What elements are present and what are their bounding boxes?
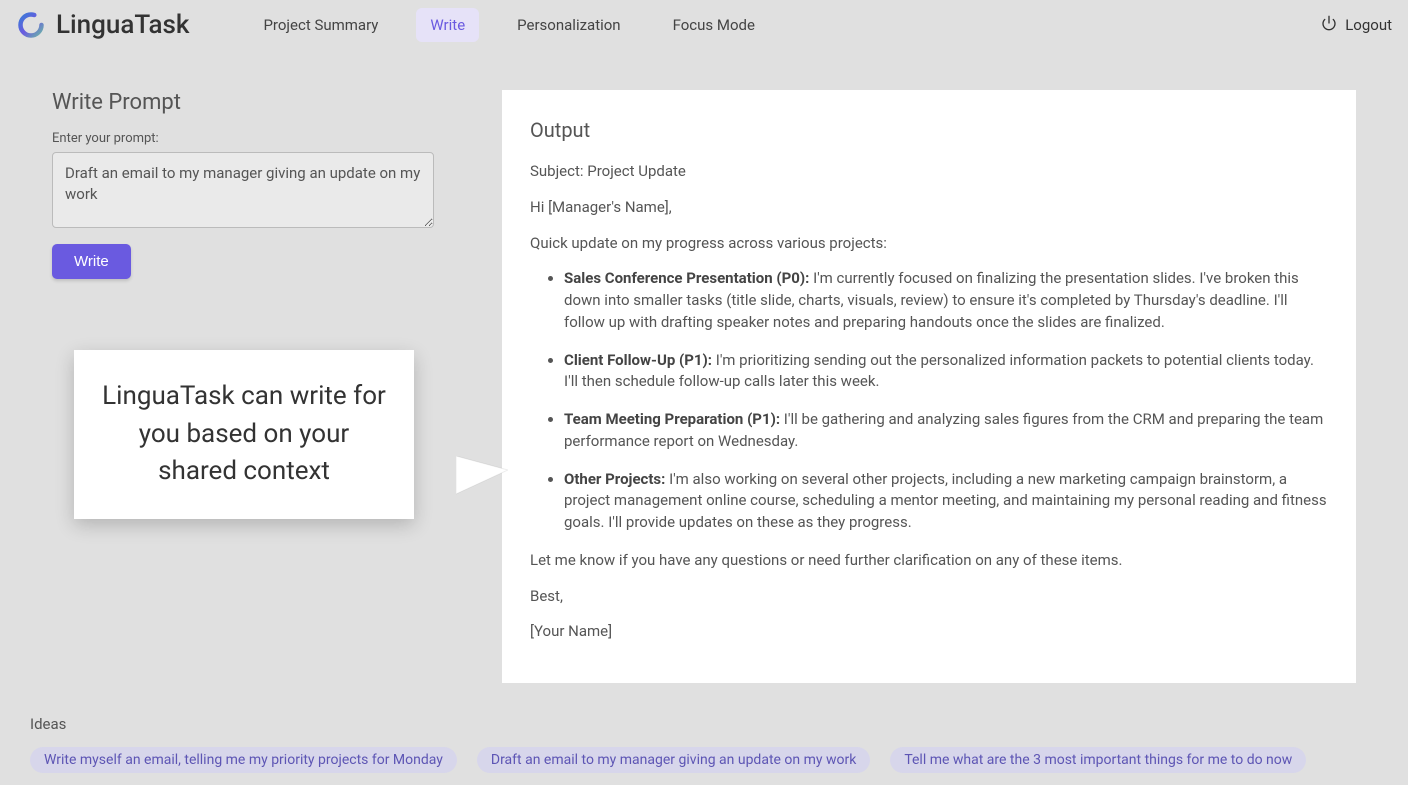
output-panel: Output Subject: Project Update Hi [Manag… [502, 90, 1356, 683]
write-button[interactable]: Write [52, 244, 131, 279]
main-nav: Project Summary Write Personalization Fo… [249, 8, 1321, 42]
logout-label: Logout [1345, 16, 1392, 34]
logout-button[interactable]: Logout [1321, 15, 1392, 35]
feature-callout: LinguaTask can write for you based on yo… [74, 350, 414, 519]
output-item: Sales Conference Presentation (P0): I'm … [564, 268, 1328, 333]
brand-name: LinguaTask [56, 10, 189, 40]
nav-write[interactable]: Write [416, 8, 479, 42]
output-closing-2: Best, [530, 586, 1328, 608]
brand-logo: LinguaTask [16, 10, 189, 40]
output-item: Team Meeting Preparation (P1): I'll be g… [564, 409, 1328, 453]
output-subject: Subject: Project Update [530, 161, 1328, 183]
idea-chip[interactable]: Tell me what are the 3 most important th… [890, 747, 1306, 773]
logo-icon [16, 10, 46, 40]
nav-focus-mode[interactable]: Focus Mode [659, 8, 769, 42]
output-intro: Quick update on my progress across vario… [530, 233, 1328, 255]
output-bullets: Sales Conference Presentation (P0): I'm … [564, 268, 1328, 534]
prompt-textarea[interactable] [52, 152, 434, 228]
output-closing-1: Let me know if you have any questions or… [530, 550, 1328, 572]
output-signature: [Your Name] [530, 621, 1328, 643]
output-item: Other Projects: I'm also working on seve… [564, 469, 1328, 534]
nav-project-summary[interactable]: Project Summary [249, 8, 392, 42]
power-icon [1321, 15, 1337, 35]
write-prompt-heading: Write Prompt [52, 90, 452, 115]
output-item: Client Follow-Up (P1): I'm prioritizing … [564, 350, 1328, 394]
ideas-chips: Write myself an email, telling me my pri… [30, 747, 1378, 773]
output-greeting: Hi [Manager's Name], [530, 197, 1328, 219]
nav-personalization[interactable]: Personalization [503, 8, 634, 42]
prompt-label: Enter your prompt: [52, 131, 452, 146]
callout-text: LinguaTask can write for you based on yo… [102, 381, 386, 486]
idea-chip[interactable]: Draft an email to my manager giving an u… [477, 747, 870, 773]
idea-chip[interactable]: Write myself an email, telling me my pri… [30, 747, 457, 773]
output-heading: Output [530, 116, 1328, 145]
ideas-heading: Ideas [30, 715, 1378, 733]
